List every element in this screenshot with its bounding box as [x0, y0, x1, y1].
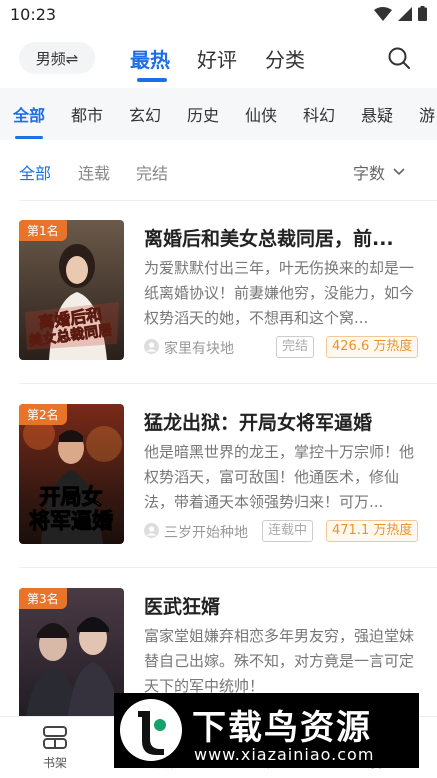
filter-bar: 全部 连载 完结 字数	[0, 150, 437, 190]
heat-badge: 471.1 万热度	[326, 520, 419, 542]
author-name: 三岁开始种地	[164, 525, 248, 541]
divider	[19, 383, 437, 384]
author-avatar-icon	[144, 339, 159, 354]
bookshelf-icon	[43, 726, 67, 749]
author-avatar-icon	[144, 523, 159, 538]
status-badge: 完结	[276, 336, 315, 358]
genre-tab-mystery[interactable]: 悬疑	[361, 102, 393, 126]
book-title[interactable]: 医武狂婿	[144, 592, 414, 619]
bird-logo-icon	[122, 701, 180, 759]
book-item[interactable]: 开局女 将军逼婚 第2名 猛龙出狱：开局女将军逼婚 他是暗黑世界的龙王，掌控十万…	[0, 404, 437, 544]
sort-dropdown[interactable]: 字数	[353, 160, 405, 184]
watermark: 下载鸟资源 www.xiazainiao.com	[114, 693, 419, 768]
filter-completed[interactable]: 完结	[136, 160, 168, 184]
filter-all[interactable]: 全部	[19, 160, 51, 184]
filter-ongoing[interactable]: 连载	[78, 160, 110, 184]
genre-active-indicator	[15, 136, 43, 139]
svg-text:开局女: 开局女	[40, 485, 103, 509]
chevron-down-icon	[393, 168, 405, 176]
divider	[19, 200, 437, 201]
author-name: 家里有块地	[164, 341, 234, 357]
cover-illustration: 离婚后和 美女总裁同居	[19, 220, 124, 360]
book-meta: 家里有块地 完结 426.6 万热度	[144, 336, 424, 358]
watermark-title: 下载鸟资源	[192, 708, 372, 748]
tab-categories[interactable]: 分类	[265, 44, 305, 73]
book-title[interactable]: 离婚后和美女总裁同居，前...	[144, 224, 414, 251]
nav-bookshelf[interactable]: 书架	[25, 725, 85, 771]
status-time: 10:23	[10, 5, 57, 24]
status-bar: 10:23	[0, 0, 437, 30]
watermark-url: www.xiazainiao.com	[194, 745, 375, 764]
book-meta: 三岁开始种地 连载中 471.1 万热度	[144, 520, 424, 542]
genre-tab-history[interactable]: 历史	[187, 102, 219, 126]
genre-tab-all[interactable]: 全部	[13, 102, 45, 126]
watermark-logo	[120, 699, 182, 761]
rank-badge: 第1名	[19, 220, 67, 241]
search-icon[interactable]	[387, 46, 411, 70]
nav-label: 书架	[42, 756, 67, 770]
battery-icon	[418, 6, 427, 21]
genre-tab-scifi[interactable]: 科幻	[303, 102, 335, 126]
genre-tab-xianxia[interactable]: 仙侠	[245, 102, 277, 126]
genre-tabs: 全部 都市 玄幻 历史 仙侠 科幻 悬疑 游	[0, 88, 437, 140]
tab-top-rated[interactable]: 好评	[197, 44, 237, 73]
rank-badge: 第3名	[19, 588, 67, 609]
book-description: 为爱默默付出三年，叶无伤换来的却是一纸离婚协议！前妻嫌他穷，没能力，如今权势滔天…	[144, 259, 414, 327]
book-description: 富家堂姐嫌弃相恋多年男友穷，强迫堂妹替自己出嫁。殊不知，对方竟是一言可定天下的军…	[144, 627, 414, 695]
cover-illustration	[19, 588, 124, 728]
active-tab-indicator	[137, 78, 167, 82]
gender-switch-button[interactable]: 男频⇌	[19, 42, 95, 74]
book-description: 他是暗黑世界的龙王，掌控十万宗师！他权势滔天，富可敌国！他通医术，修仙法，带着通…	[144, 443, 414, 511]
cellular-signal-icon	[398, 6, 412, 21]
divider	[19, 567, 437, 568]
top-nav: 男频⇌ 最热 好评 分类	[0, 38, 437, 82]
genre-tab-fantasy[interactable]: 玄幻	[129, 102, 161, 126]
book-cover[interactable]: 离婚后和 美女总裁同居 第1名	[19, 220, 124, 360]
wifi-icon	[374, 6, 392, 21]
book-item[interactable]: 离婚后和 美女总裁同居 第1名 离婚后和美女总裁同居，前... 为爱默默付出三年…	[0, 220, 437, 360]
status-badge: 连载中	[262, 520, 314, 542]
genre-tab-games[interactable]: 游	[419, 102, 435, 126]
book-title[interactable]: 猛龙出狱：开局女将军逼婚	[144, 408, 414, 435]
rank-badge: 第2名	[19, 404, 67, 425]
genre-tab-urban[interactable]: 都市	[71, 102, 103, 126]
heat-badge: 426.6 万热度	[326, 336, 419, 358]
cover-illustration: 开局女 将军逼婚	[19, 404, 124, 544]
svg-text:将军逼婚: 将军逼婚	[29, 509, 113, 533]
book-cover[interactable]: 第3名	[19, 588, 124, 728]
tab-hottest[interactable]: 最热	[130, 44, 170, 73]
sort-label: 字数	[352, 164, 385, 183]
status-icons	[374, 6, 427, 21]
book-cover[interactable]: 开局女 将军逼婚 第2名	[19, 404, 124, 544]
